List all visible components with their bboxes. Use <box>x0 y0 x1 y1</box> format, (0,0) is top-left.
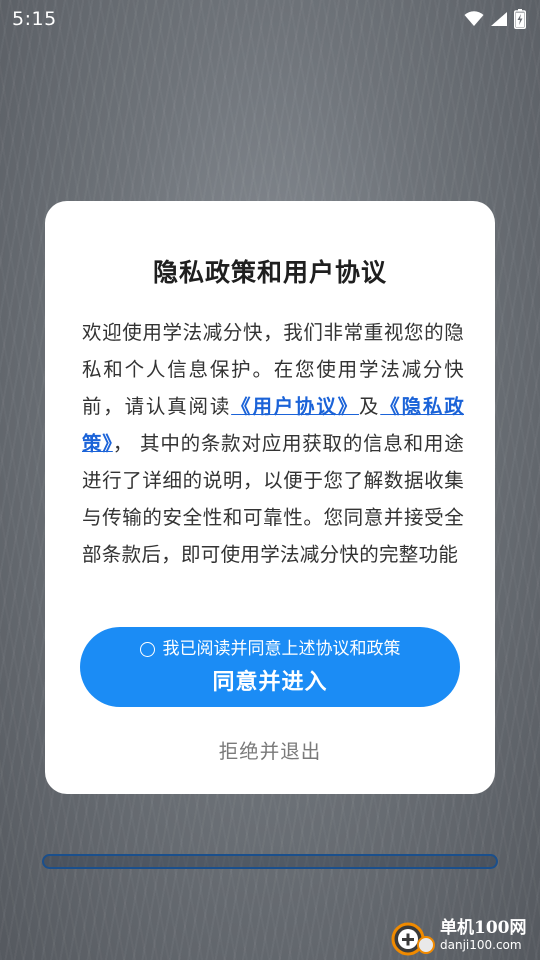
signal-icon <box>491 12 507 26</box>
radio-unchecked-icon[interactable] <box>139 641 155 657</box>
game-controller-logo-icon <box>391 922 435 956</box>
status-icons <box>464 9 526 29</box>
status-time: 5:15 <box>12 8 57 30</box>
body-rest-text: ， 其中的条款对应用获取的信息和用途进行了详细的说明，以便于您了解数据收集与传输… <box>82 432 464 566</box>
loading-progress-bar <box>42 854 498 869</box>
reject-button[interactable]: 拒绝并退出 <box>45 735 495 764</box>
user-agreement-link[interactable]: 《用户协议》 <box>231 395 359 418</box>
agree-button[interactable]: 我已阅读并同意上述协议和政策 同意并进入 <box>80 627 460 707</box>
battery-charging-icon <box>514 9 526 29</box>
consent-checkbox-label: 我已阅读并同意上述协议和政策 <box>162 639 401 659</box>
watermark-name: 单机100网 <box>440 918 527 938</box>
privacy-dialog: 隐私政策和用户协议 欢迎使用学法减分快，我们非常重视您的隐私和个人信息保护。在您… <box>45 201 495 794</box>
agree-button-label: 同意并进入 <box>212 670 328 695</box>
watermark-url: danji100.com <box>440 938 522 952</box>
consent-checkbox[interactable]: 我已阅读并同意上述协议和政策 <box>139 638 401 660</box>
status-bar: 5:15 <box>0 0 540 38</box>
watermark-text: 单机100网 danji100.com <box>440 920 527 954</box>
watermark: 单机100网 danji100.com <box>388 914 540 960</box>
body-and-text: 及 <box>358 395 381 418</box>
dialog-title: 隐私政策和用户协议 <box>152 258 387 287</box>
dialog-body: 欢迎使用学法减分快，我们非常重视您的隐私和个人信息保护。在您使用学法减分快前，请… <box>82 314 464 573</box>
wifi-icon <box>464 11 484 26</box>
